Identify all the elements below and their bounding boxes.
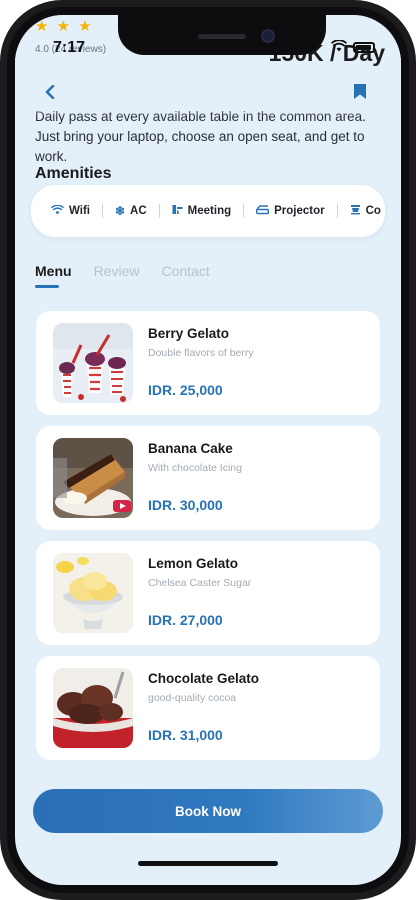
amenities-heading: Amenities [35,165,112,182]
speaker [198,34,246,39]
menu-item-card[interactable]: Berry Gelato Double flavors of berry IDR… [36,311,380,415]
menu-item-description: Double flavors of berry [148,347,254,359]
bookmark-button[interactable] [353,83,379,109]
menu-item-card[interactable]: Chocolate Gelato good-quality cocoa IDR.… [36,656,380,760]
divider [336,204,338,218]
amenity-coffee: Co [350,204,381,218]
menu-item-description: good-quality cocoa [148,692,237,704]
menu-item-price: IDR. 25,000 [148,382,223,398]
back-button[interactable] [37,79,63,105]
divider [158,204,160,218]
amenity-label: Wifi [69,205,90,217]
chocolate-gelato-image [53,668,133,748]
amenity-label: Meeting [187,205,232,217]
amenity-wifi: Wifi [50,204,90,218]
projector-icon [256,204,270,218]
amenity-label: Co [365,205,381,217]
tab-review[interactable]: Review [94,263,140,279]
status-icons [330,39,375,56]
tab-contact[interactable]: Contact [161,263,209,279]
camera [261,29,275,43]
menu-item-name: Banana Cake [148,441,233,456]
menu-item-name: Lemon Gelato [148,556,239,571]
home-indicator [138,861,278,866]
lemon-gelato-image [53,553,133,633]
amenity-meeting: Meeting [172,204,231,218]
menu-item-card[interactable]: Lemon Gelato Chelsea Caster Sugar IDR. 2… [36,541,380,645]
menu-item-description: With chocolate Icing [148,462,242,474]
amenity-label: AC [130,205,147,217]
battery-icon [353,42,375,53]
menu-item-name: Berry Gelato [148,326,230,341]
menu-item-description: Chelsea Caster Sugar [148,577,252,589]
notch [118,15,326,55]
divider [243,204,245,218]
amenity-label: Projector [274,205,325,217]
status-time: 7:17 [53,39,86,56]
rating-stars: ★ ★ ★ [35,18,94,35]
berry-gelato-image [53,323,133,403]
banana-cake-image [53,438,133,518]
amenity-projector: Projector [256,204,325,218]
menu-item-price: IDR. 30,000 [148,497,223,513]
menu-item-card[interactable]: Banana Cake With chocolate Icing IDR. 30… [36,426,380,530]
tab-menu[interactable]: Menu [35,263,72,288]
wifi-status-icon [330,39,348,56]
amenities-bar[interactable]: Wifi ❄ AC Meeting Projector Co [31,185,385,237]
menu-item-price: IDR. 27,000 [148,612,223,628]
detail-tabs: Menu Review Contact [35,263,210,288]
chevron-left-icon [45,85,55,99]
meeting-icon [172,204,183,218]
amenity-ac: ❄ AC [115,204,147,218]
app-screen: ★ ★ ★ 4.0 (24 reviews) 150K / Day 7:17 D… [15,15,401,885]
wifi-icon [50,204,65,218]
phone-frame: ★ ★ ★ 4.0 (24 reviews) 150K / Day 7:17 D… [0,0,416,900]
bookmark-icon [354,84,366,99]
coffee-icon [350,204,361,218]
book-now-button[interactable]: Book Now [33,789,383,833]
snowflake-icon: ❄ [114,204,126,218]
menu-item-price: IDR. 31,000 [148,727,223,743]
menu-item-name: Chocolate Gelato [148,671,260,686]
divider [101,204,103,218]
